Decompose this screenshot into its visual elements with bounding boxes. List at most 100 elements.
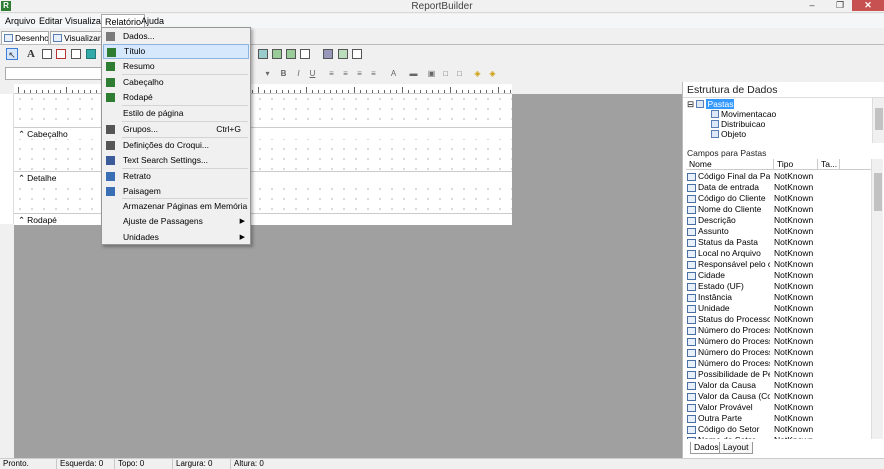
field-row[interactable]: Possibilidade de Perda NotKnown (686, 369, 872, 380)
subreport-tool-icon[interactable] (272, 49, 282, 59)
field-row[interactable]: Cidade NotKnown (686, 270, 872, 281)
font-name-combo[interactable] (5, 67, 103, 80)
maximize-button[interactable]: ❐ (828, 0, 852, 11)
menu-option-resumo[interactable]: Resumo (103, 59, 249, 74)
tree-scrollbar[interactable] (872, 98, 884, 143)
field-row[interactable]: Status do Processo NotKnown (686, 314, 872, 325)
highlight-color-icon[interactable]: ▬ (408, 68, 419, 79)
menu-option-dados[interactable]: Dados... (103, 29, 249, 44)
menu-option-paisagem[interactable]: Paisagem (103, 184, 249, 199)
bold-icon[interactable]: B (278, 68, 289, 79)
underline-icon[interactable]: U (307, 68, 318, 79)
close-button[interactable]: ✕ (852, 0, 884, 11)
band-rodape[interactable]: ⌃ Rodapé (14, 213, 512, 225)
menu-option-text-search-settings[interactable]: Text Search Settings... (103, 153, 249, 168)
report-page[interactable] (14, 94, 512, 225)
field-row[interactable]: Estado (UF) NotKnown (686, 281, 872, 292)
calc-tool-icon[interactable] (71, 49, 81, 59)
align-left-icon[interactable]: ≡ (326, 68, 337, 79)
justify-icon[interactable]: ≡ (368, 68, 379, 79)
image-tool-icon[interactable] (86, 49, 96, 59)
field-row[interactable]: Número do Processo... NotKnown (686, 358, 872, 369)
bring-forward-icon[interactable]: ◈ (487, 68, 498, 79)
field-row[interactable]: Código Final da Pasta NotKnown (686, 171, 872, 182)
tree-node-pastas[interactable]: ⊟ Pastas (687, 99, 735, 109)
menu-option-ajuste-de-passagens[interactable]: Ajuste de Passagens ▶ (103, 214, 249, 229)
field-row[interactable]: Valor da Causa (Corri... NotKnown (686, 391, 872, 402)
field-row[interactable]: Local no Arquivo NotKnown (686, 248, 872, 259)
shortcut-label: Ctrl+G (216, 124, 241, 134)
tab-layout[interactable]: Layout (719, 442, 753, 454)
field-row[interactable]: Número do Processo... NotKnown (686, 325, 872, 336)
select-pointer-icon[interactable]: ↖ (6, 48, 18, 60)
richtext-tool-icon[interactable] (56, 49, 66, 59)
menu-option-t-tulo[interactable]: Título (103, 44, 249, 59)
align-center-icon[interactable]: ≡ (340, 68, 351, 79)
line-style-icon[interactable]: □ (440, 68, 451, 79)
tree-node-distribuicao[interactable]: Distribuicao (711, 119, 765, 129)
minimize-button[interactable]: – (800, 0, 824, 11)
chart-tool-icon[interactable] (323, 49, 333, 59)
fields-scrollbar[interactable] (871, 159, 883, 439)
menu-option-unidades[interactable]: Unidades ▶ (103, 230, 249, 245)
ruler-tick (348, 90, 349, 93)
checkbox-tool-icon[interactable] (352, 49, 362, 59)
field-row[interactable]: Descrição NotKnown (686, 215, 872, 226)
field-row[interactable]: Data de entrada NotKnown (686, 182, 872, 193)
border-icon[interactable]: □ (454, 68, 465, 79)
font-size-dropdown-icon[interactable]: ▾ (262, 68, 273, 79)
field-row[interactable]: Unidade NotKnown (686, 303, 872, 314)
crosstab-tool-icon[interactable] (286, 49, 296, 59)
field-icon (687, 228, 696, 236)
bring-front-icon[interactable]: ▣ (426, 68, 437, 79)
field-row[interactable]: Código do Setor NotKnown (686, 424, 872, 435)
band-detalhe[interactable]: ⌃ Detalhe (14, 171, 512, 183)
menu-arquivo[interactable]: Arquivo (2, 14, 39, 28)
field-row[interactable]: Assunto NotKnown (686, 226, 872, 237)
tab-visualizar[interactable]: Visualizar Im (50, 31, 102, 44)
column-nome[interactable]: Nome (686, 159, 774, 170)
field-row[interactable]: Nome do Setor NotKnown (686, 435, 872, 439)
font-color-icon[interactable]: A (388, 68, 399, 79)
field-row[interactable]: Valor da Causa NotKnown (686, 380, 872, 391)
field-row[interactable]: Outra Parte NotKnown (686, 413, 872, 424)
field-row[interactable]: Status da Pasta NotKnown (686, 237, 872, 248)
tab-dados[interactable]: Dados (690, 442, 723, 454)
table-tool-icon[interactable] (338, 49, 348, 59)
tree-node-movimentacao[interactable]: Movimentacao (711, 109, 776, 119)
label-tool-icon[interactable]: A (25, 48, 37, 60)
field-row[interactable]: Responsável pelo c... NotKnown (686, 259, 872, 270)
column-tamanho[interactable]: Ta... (818, 159, 840, 170)
menu-option-grupos[interactable]: Grupos... Ctrl+G (103, 122, 249, 137)
menu-option-cabe-alho[interactable]: Cabeçalho (103, 75, 249, 90)
send-back-icon[interactable]: ◈ (472, 68, 483, 79)
field-row[interactable]: Valor Provável NotKnown (686, 402, 872, 413)
ruler-tick (264, 90, 265, 93)
italic-icon[interactable]: I (293, 68, 304, 79)
region-tool-icon[interactable] (258, 49, 268, 59)
menu-option-retrato[interactable]: Retrato (103, 169, 249, 184)
align-right-icon[interactable]: ≡ (354, 68, 365, 79)
ruler-tick (354, 87, 355, 93)
scroll-thumb[interactable] (875, 108, 883, 130)
tree-node-objeto[interactable]: Objeto (711, 129, 746, 139)
menu-ajuda[interactable]: Ajuda (138, 14, 167, 28)
menu-option-defini-es-do-croqui[interactable]: Definições do Croqui... (103, 138, 249, 153)
scroll-thumb[interactable] (874, 173, 882, 211)
menu-option-rodap[interactable]: Rodapé (103, 90, 249, 105)
field-row[interactable]: Nome do Cliente NotKnown (686, 204, 872, 215)
barcode-tool-icon[interactable] (300, 49, 310, 59)
field-name-text: Número do Processo... (698, 358, 770, 368)
memo-tool-icon[interactable] (42, 49, 52, 59)
band-cabecalho[interactable]: ⌃ Cabeçalho (14, 127, 512, 139)
menu-option-armazenar-p-ginas-em-mem-ria[interactable]: Armazenar Páginas em Memória (103, 199, 249, 214)
status-bar: Pronto. Esquerda: 0 Topo: 0 Largura: 0 A… (0, 458, 884, 469)
menu-option-estilo-de-p-gina[interactable]: Estilo de página (103, 106, 249, 121)
column-tipo[interactable]: Tipo (774, 159, 818, 170)
field-row[interactable]: Número do Processo... NotKnown (686, 336, 872, 347)
field-row[interactable]: Número do Processo... NotKnown (686, 347, 872, 358)
tab-desenho[interactable]: Desenho (1, 31, 49, 44)
field-row[interactable]: Instância NotKnown (686, 292, 872, 303)
field-name-text: Descrição (698, 215, 736, 225)
field-row[interactable]: Código do Cliente NotKnown (686, 193, 872, 204)
